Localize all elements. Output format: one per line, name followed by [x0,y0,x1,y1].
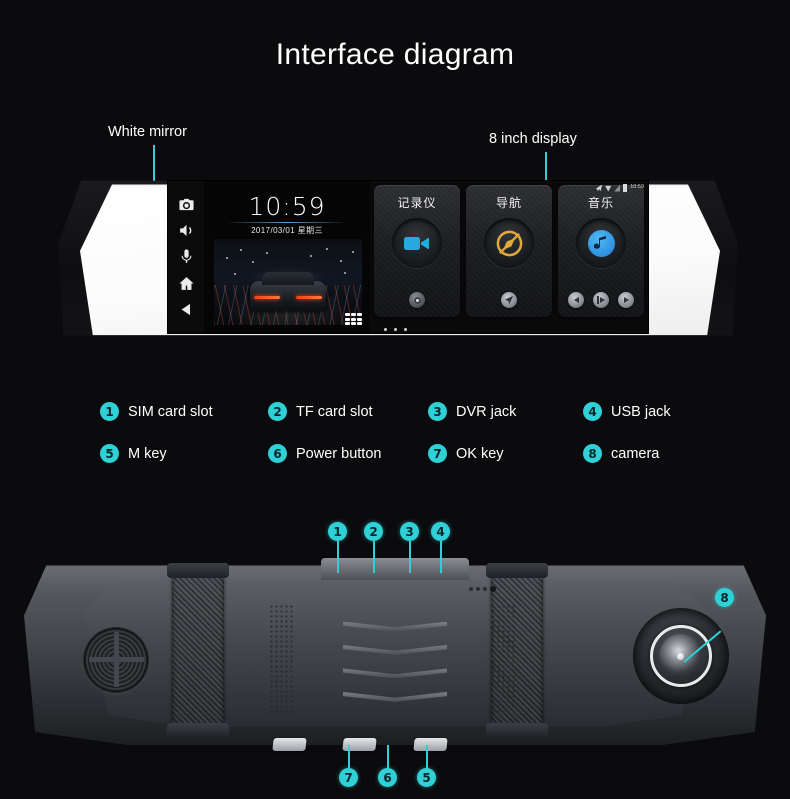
home-icon[interactable] [178,275,195,292]
app-card-navigation[interactable]: 导航 [466,185,552,317]
rear-callout-line-3 [409,541,411,573]
rear-callout-1: 1 [328,522,347,541]
video-camera-icon [404,236,429,250]
legend-number-1: 1 [100,402,119,421]
status-bar: 10:59 [596,183,644,193]
play-icon[interactable] [593,292,609,308]
legend-label-4: USB jack [611,403,671,420]
legend-item-3: 3 DVR jack [428,402,583,421]
back-icon[interactable] [178,301,195,318]
app-card-dvr[interactable]: 记录仪 [374,185,460,317]
rear-callout-8: 8 [715,588,734,607]
app-card-music-footer [558,292,644,308]
app-card-row: 记录仪 导航 音乐 [374,185,644,317]
next-icon[interactable] [618,292,634,308]
status-bar-time: 10:59 [630,184,644,191]
legend-number-3: 3 [428,402,447,421]
legend-grid: 1 SIM card slot 2 TF card slot 3 DVR jac… [100,402,720,463]
home-clock: 10:59 [248,192,326,221]
screen-sidebar [168,181,204,333]
legend-item-4: 4 USB jack [583,402,720,421]
vent-perforation-right [491,604,518,716]
home-pane[interactable]: 10:59 2017/03/01 星期三 [204,181,370,333]
legend-label-5: M key [128,445,167,462]
prev-icon[interactable] [568,292,584,308]
rear-callout-line-5 [426,745,428,770]
diagram-stage: Interface diagram White mirror 8 inch di… [0,0,790,799]
grid-icon[interactable] [345,313,362,325]
button-m-key[interactable] [412,738,448,751]
camera-lens-housing [632,608,729,705]
legend-label-3: DVR jack [456,403,517,420]
legend-item-8: 8 camera [583,444,720,463]
callout-label-display: 8 inch display [489,131,577,147]
app-card-music-knob[interactable] [576,218,626,268]
legend-label-1: SIM card slot [128,403,213,420]
mount-strap-left [167,563,230,739]
legend-item-5: 5 M key [100,444,268,463]
rear-callout-line-7 [348,745,350,770]
page-indicator-dots [374,328,644,331]
app-card-navigation-footer [466,292,552,308]
legend-item-6: 6 Power button [268,444,428,463]
rear-callout-line-1 [337,541,339,573]
app-card-dvr-knob[interactable] [392,218,442,268]
page-title: Interface diagram [275,38,515,71]
legend-label-6: Power button [296,445,382,462]
volume-icon[interactable] [178,222,195,239]
wallpaper-car-image [214,239,362,325]
app-card-dvr-title: 记录仪 [397,196,437,210]
microphone-icon[interactable] [178,248,195,265]
battery-icon [623,184,628,192]
home-date: 2017/03/01 星期三 [251,226,323,235]
airplane-icon [596,184,603,192]
record-icon[interactable] [409,292,425,308]
button-ok-key[interactable] [271,738,307,751]
legend-label-7: OK key [456,445,504,462]
camera-lens-ring [649,625,712,688]
app-card-navigation-title: 导航 [495,196,522,210]
vent-perforation-left [268,604,295,716]
app-card-music-title: 音乐 [587,196,614,210]
rear-callout-5: 5 [417,768,436,787]
music-note-icon [587,229,615,257]
legend-number-2: 2 [268,402,287,421]
legend-number-8: 8 [583,444,602,463]
legend-number-4: 4 [583,402,602,421]
wifi-icon [605,185,612,192]
rear-callout-line-2 [373,541,375,573]
rear-callout-4: 4 [431,522,450,541]
compass-icon [496,230,522,256]
top-port-strip [320,558,470,580]
rear-callout-line-6 [387,745,389,770]
legend-number-5: 5 [100,444,119,463]
speaker-grille [83,626,150,693]
device-screen[interactable]: 10:59 10:59 2017/03/01 星期三 记录仪 导航 音乐 [168,181,648,333]
app-card-music[interactable]: 音乐 [558,185,644,317]
rear-callout-3: 3 [400,522,419,541]
rear-product-view [24,558,766,751]
rear-callout-2: 2 [364,522,383,541]
signal-icon [614,184,621,192]
legend-item-7: 7 OK key [428,444,583,463]
navigate-arrow-icon[interactable] [501,292,517,308]
app-card-dvr-footer [374,292,460,308]
legend-item-1: 1 SIM card slot [100,402,268,421]
rear-callout-6: 6 [378,768,397,787]
status-indicator-lights [469,585,497,592]
callout-label-white-mirror: White mirror [108,124,187,140]
chevron-vents [328,608,462,715]
legend-label-2: TF card slot [296,403,373,420]
app-card-navigation-knob[interactable] [484,218,534,268]
legend-item-2: 2 TF card slot [268,402,428,421]
rear-callout-7: 7 [339,768,358,787]
legend-number-6: 6 [268,444,287,463]
clock-divider [226,222,348,223]
rear-callout-line-4 [440,541,442,573]
camera-lens-glass [658,634,703,679]
car-illustration [250,272,326,311]
legend-label-8: camera [611,445,660,462]
legend-number-7: 7 [428,444,447,463]
camera-icon[interactable] [178,196,195,213]
